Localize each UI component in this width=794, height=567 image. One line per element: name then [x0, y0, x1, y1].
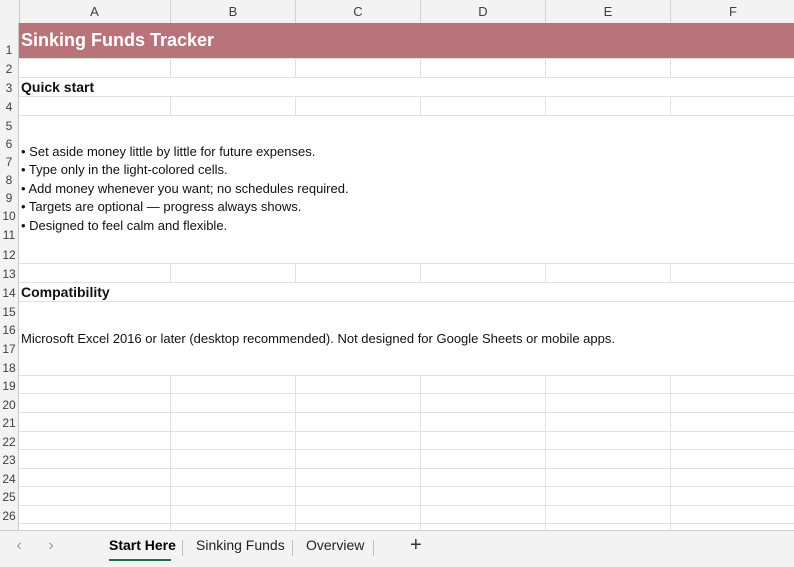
row-header[interactable]: 14	[0, 282, 19, 301]
column-header-f[interactable]: F	[671, 0, 794, 23]
column-header-d[interactable]: D	[421, 0, 546, 23]
spreadsheet-grid[interactable]: A B C D E F Sinking Funds Tracker Quick …	[0, 0, 794, 530]
row-header[interactable]: 20	[0, 394, 19, 413]
row-header[interactable]: 12	[0, 243, 19, 263]
row-header[interactable]: 18	[0, 357, 19, 376]
row-header[interactable]: 26	[0, 505, 19, 524]
compatibility-text: Microsoft Excel 2016 or later (desktop r…	[21, 331, 615, 346]
row-header[interactable]: 17	[0, 338, 19, 357]
chevron-left-icon[interactable]: ‹	[12, 537, 26, 555]
compatibility-heading: Compatibility	[21, 284, 110, 300]
quick-start-heading: Quick start	[21, 79, 95, 95]
row-header[interactable]: 8	[0, 170, 19, 188]
row-header[interactable]: 19	[0, 376, 19, 394]
row-header[interactable]: 16	[0, 320, 19, 338]
tab-separator	[373, 540, 374, 556]
row-header[interactable]: 4	[0, 96, 19, 115]
chevron-right-icon[interactable]: ›	[44, 537, 58, 555]
row-header[interactable]: 15	[0, 301, 19, 320]
row-header[interactable]: 23	[0, 450, 19, 468]
column-header-a[interactable]: A	[19, 0, 171, 23]
column-header-bar: A B C D E F	[0, 0, 794, 24]
row-header[interactable]: 3	[0, 77, 19, 96]
quick-start-bullet: • Targets are optional — progress always…	[21, 199, 302, 214]
column-header-c[interactable]: C	[296, 0, 421, 23]
row-header[interactable]: 11	[0, 224, 19, 243]
row-header[interactable]: 2	[0, 58, 19, 77]
row-header[interactable]: 1	[0, 23, 19, 58]
tab-sinking-funds[interactable]: Sinking Funds	[196, 537, 285, 553]
sheet-tab-bar: ‹ › Start Here Sinking Funds Overview +	[0, 530, 794, 567]
tab-separator	[182, 540, 183, 556]
sheet-title: Sinking Funds Tracker	[21, 30, 215, 50]
row-header[interactable]: 22	[0, 431, 19, 450]
quick-start-bullet: • Set aside money little by little for f…	[21, 144, 316, 159]
column-header-b[interactable]: B	[171, 0, 296, 23]
row-header[interactable]: 5	[0, 115, 19, 134]
row-header[interactable]: 13	[0, 263, 19, 282]
quick-start-bullet: • Type only in the light-colored cells.	[21, 162, 228, 177]
row-header[interactable]: 6	[0, 134, 19, 152]
active-tab-indicator	[109, 559, 171, 561]
row-header[interactable]: 25	[0, 487, 19, 505]
cell-grid[interactable]	[19, 23, 794, 530]
row-header[interactable]: 24	[0, 468, 19, 487]
tab-separator	[292, 540, 293, 556]
title-banner[interactable]: Sinking Funds Tracker	[19, 23, 794, 58]
row-header[interactable]: 9	[0, 188, 19, 206]
tab-overview[interactable]: Overview	[306, 537, 364, 553]
tab-start-here[interactable]: Start Here	[109, 537, 176, 553]
row-header[interactable]: 21	[0, 413, 19, 431]
quick-start-bullet: • Add money whenever you want; no schedu…	[21, 181, 349, 196]
quick-start-bullet: • Designed to feel calm and flexible.	[21, 218, 228, 233]
column-header-e[interactable]: E	[546, 0, 671, 23]
add-sheet-button[interactable]: +	[410, 534, 422, 557]
select-all-corner[interactable]	[0, 0, 20, 23]
row-header[interactable]: 10	[0, 206, 19, 224]
row-header[interactable]: 7	[0, 152, 19, 170]
